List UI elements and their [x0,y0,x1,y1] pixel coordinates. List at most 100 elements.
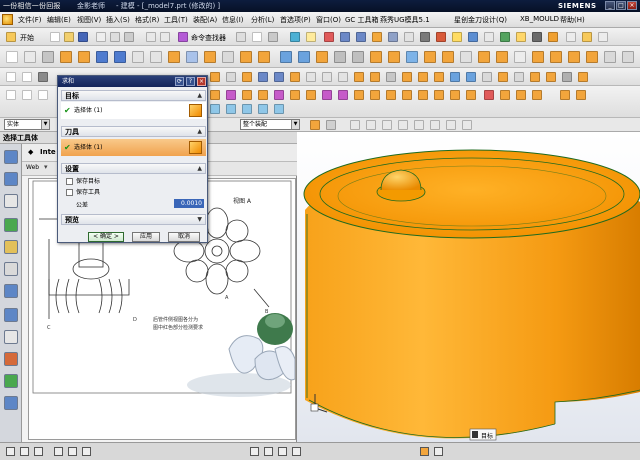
settings-group-header[interactable]: 设置 ▲ [61,163,206,174]
wrap-curve-icon[interactable] [354,90,364,100]
menu-edit[interactable]: 编辑(E) [47,15,71,25]
mid-point-icon[interactable] [382,120,392,130]
mirror-icon[interactable] [484,32,494,42]
emboss-icon[interactable] [240,51,252,63]
manufacturing-wizard-icon[interactable] [4,352,18,366]
menu-xingchuang[interactable]: 星创金刀设计(Q) [454,15,507,25]
cancel-button[interactable]: 取消 [168,232,200,242]
pan-icon[interactable] [322,72,332,82]
system-scenes-icon[interactable] [4,396,18,410]
minimize-button[interactable]: _ [605,1,615,10]
apply-button[interactable]: 应用 [132,232,160,242]
keep-target-checkbox[interactable]: 保存目标 [66,177,100,186]
point-icon[interactable] [6,51,18,63]
window-icon[interactable] [236,32,246,42]
datum-plane-icon[interactable] [24,51,36,63]
revolve-icon[interactable] [78,51,90,63]
constraint-navigator-icon[interactable] [4,172,18,186]
slot-icon[interactable] [186,51,198,63]
start-button[interactable]: 开始 [20,33,34,43]
reset-icon[interactable]: ⟳ [175,77,184,86]
extrude-feature-icon[interactable] [60,51,72,63]
command-finder-icon[interactable] [178,32,188,42]
menu-analysis[interactable]: 分析(L) [251,15,274,25]
isoparametric-icon[interactable] [322,90,332,100]
menu-window[interactable]: 窗口(O) [316,15,341,25]
ok-button[interactable]: < 确定 > [88,232,124,242]
chamfer-icon[interactable] [452,32,462,42]
hidden-edges-icon[interactable] [386,72,396,82]
status-music-icon[interactable] [420,447,429,456]
section-icon[interactable] [586,51,598,63]
checkbox-icon[interactable] [66,178,73,185]
filter-icon[interactable] [576,90,586,100]
dialog-close-icon[interactable]: × [197,77,206,86]
snap-mid-icon[interactable] [226,104,236,114]
shaded-icon[interactable] [210,72,220,82]
delete-face-icon[interactable] [406,51,418,63]
datum-axis-icon[interactable] [42,51,54,63]
analysis-icon[interactable] [604,51,616,63]
groove-icon[interactable] [204,51,216,63]
cylinder-icon[interactable] [340,32,350,42]
offset-face-icon[interactable] [548,32,558,42]
subtract-icon[interactable] [388,32,398,42]
rotate-icon[interactable] [338,72,348,82]
tube-icon[interactable] [114,51,126,63]
nav-icon[interactable]: ◆ [28,148,33,156]
close-part-icon[interactable] [324,32,334,42]
part-navigator-icon[interactable] [4,194,18,208]
status-select-icon[interactable] [6,447,15,456]
intersection-point-icon[interactable] [414,120,424,130]
show-hide-icon[interactable] [530,72,540,82]
open-file-icon[interactable] [64,32,74,42]
layer-settings-icon[interactable] [562,72,572,82]
surface-icon[interactable] [280,51,292,63]
clip-section-icon[interactable] [354,72,364,82]
intersect-curve-icon[interactable] [274,90,284,100]
deselect-icon[interactable] [326,120,336,130]
menu-format[interactable]: 格式(R) [135,15,159,25]
blend-icon[interactable] [436,32,446,42]
status-grid-icon[interactable] [434,447,443,456]
text-curve-icon[interactable] [306,90,316,100]
invert-display-icon[interactable] [546,72,556,82]
dialog-help-icon[interactable]: ? [186,77,195,86]
studio-icon[interactable] [418,72,428,82]
curve-info-icon[interactable] [466,90,476,100]
roles-icon[interactable] [4,374,18,388]
trim-body-icon[interactable] [516,32,526,42]
snap-end-icon[interactable] [210,104,220,114]
pocket-icon[interactable] [150,51,162,63]
copy-icon[interactable] [110,32,120,42]
checkbox-icon[interactable] [66,189,73,196]
arc-icon[interactable] [22,90,32,100]
end-point-icon[interactable] [366,120,376,130]
extract-icon[interactable] [460,51,472,63]
thread-icon[interactable] [222,51,234,63]
redo-icon[interactable] [160,32,170,42]
paste-icon[interactable] [124,32,134,42]
render-icon[interactable] [582,32,592,42]
help-icon[interactable] [598,32,608,42]
status-snap-center-icon[interactable] [278,447,287,456]
measure-icon[interactable] [566,32,576,42]
helix-icon[interactable] [290,90,300,100]
menu-help[interactable]: 帮助(H) [560,15,585,25]
browser-tab[interactable]: Inte [40,148,56,156]
status-snap-tangent-icon[interactable] [292,447,301,456]
dropdown-arrow-icon[interactable]: ▾ [44,163,48,171]
graphics-window[interactable]: 目标 [297,132,640,442]
preview-group-header[interactable]: 预览 ▼ [61,214,206,225]
project-curve-icon[interactable] [210,90,220,100]
iso-view-icon[interactable] [242,72,252,82]
status-filter-icon[interactable] [20,447,29,456]
more-tools-icon[interactable] [622,51,634,63]
status-pan-icon[interactable] [82,447,91,456]
delete-icon[interactable] [484,90,494,100]
tool-group-header[interactable]: 刀具 ▲ [61,126,206,137]
close-button[interactable]: × [627,1,637,10]
keep-tool-checkbox[interactable]: 保存工具 [66,188,100,197]
history-icon[interactable] [4,284,18,298]
scope-select[interactable]: 整个装配 ▼ [240,119,300,130]
